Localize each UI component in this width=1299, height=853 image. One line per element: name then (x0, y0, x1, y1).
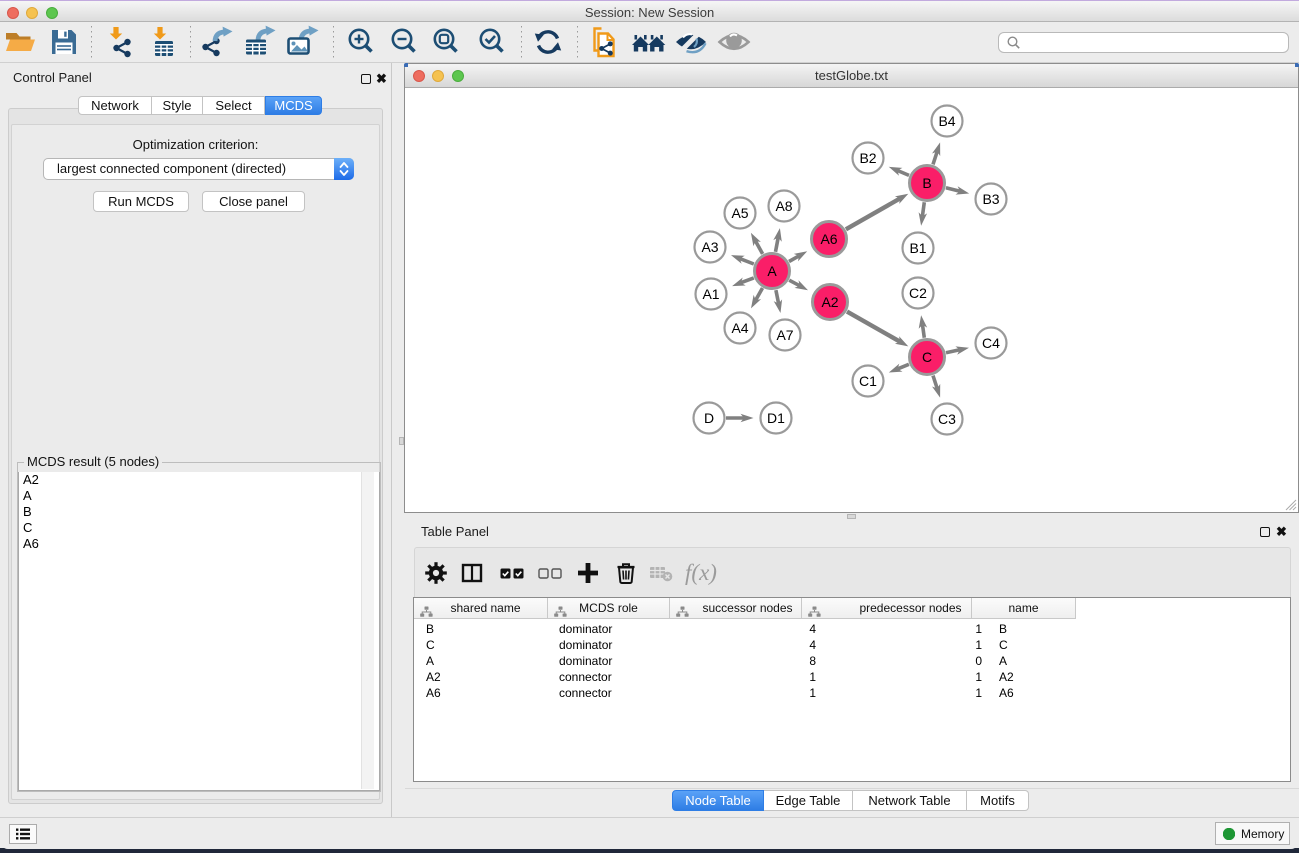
svg-text:C4: C4 (982, 335, 1000, 351)
svg-text:C: C (922, 349, 932, 365)
svg-text:A2: A2 (821, 294, 838, 310)
svg-text:D: D (704, 410, 714, 426)
svg-text:A7: A7 (776, 327, 793, 343)
svg-text:B: B (922, 175, 931, 191)
svg-text:A1: A1 (702, 286, 719, 302)
svg-text:A5: A5 (731, 205, 748, 221)
svg-text:A: A (767, 263, 777, 279)
svg-text:B3: B3 (982, 191, 999, 207)
svg-text:B4: B4 (938, 113, 955, 129)
svg-text:D1: D1 (767, 410, 785, 426)
svg-text:A4: A4 (731, 320, 748, 336)
svg-text:B1: B1 (909, 240, 926, 256)
svg-text:C2: C2 (909, 285, 927, 301)
svg-text:C3: C3 (938, 411, 956, 427)
svg-text:A8: A8 (775, 198, 792, 214)
svg-text:B2: B2 (859, 150, 876, 166)
svg-text:C1: C1 (859, 373, 877, 389)
svg-text:A6: A6 (820, 231, 837, 247)
svg-text:A3: A3 (701, 239, 718, 255)
